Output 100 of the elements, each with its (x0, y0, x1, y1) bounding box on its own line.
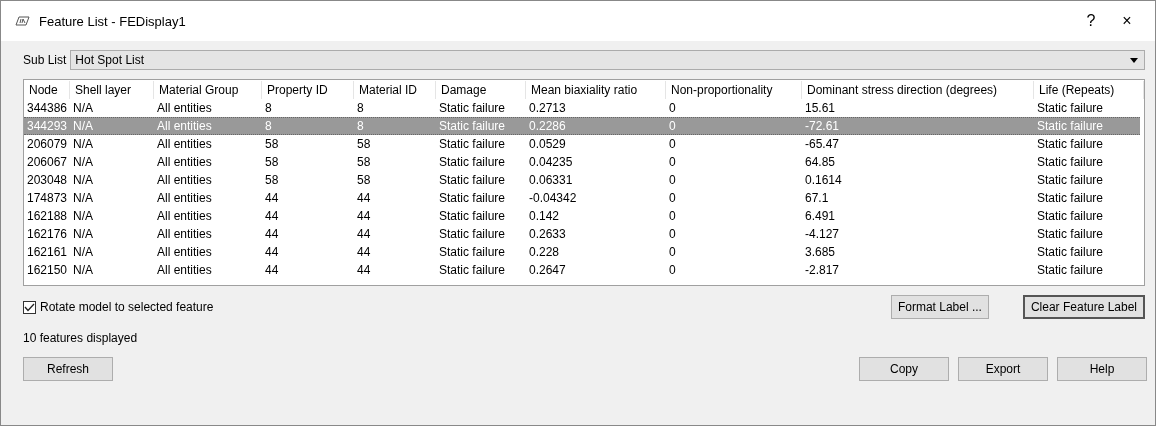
table-row[interactable]: 203048 N/A All entities 58 58 Static failure 0.06331 0 0.1614 Static failure (24, 171, 1144, 189)
table-cell-text: 206067 (26, 155, 69, 169)
column-header[interactable]: Shell layer (70, 80, 154, 99)
table-row[interactable]: 162161 N/A All entities 44 44 Static failure 0.228 0 3.685 Static failure (24, 243, 1144, 261)
table-cell-text: 0.06331 (528, 173, 574, 187)
table-cell-text: 44 (264, 263, 280, 277)
table-cell-text: 64.85 (804, 155, 837, 169)
table-cell-text: Static failure (438, 101, 507, 115)
table-cell-text: All entities (156, 263, 213, 277)
table-cell-text: 8 (264, 119, 273, 133)
table-row[interactable]: 162176 N/A All entities 44 44 Static failure 0.2633 0 -4.127 Static failure (24, 225, 1144, 243)
table-cell-text: 44 (356, 209, 372, 223)
table-cell-text: 0 (668, 101, 677, 115)
column-header[interactable]: Material ID (354, 80, 436, 99)
table-cell-text: 44 (356, 263, 372, 277)
column-header[interactable]: Material Group (154, 80, 262, 99)
clear-label-button[interactable]: Clear Feature Label (1022, 295, 1145, 319)
table-cell-text: 0.0529 (528, 137, 567, 151)
table-cell-text: 162176 (26, 227, 69, 241)
table-cell-text: -2.817 (804, 263, 841, 277)
checkbox-label[interactable]: Rotate model to selected feature (40, 300, 214, 314)
format-label-button[interactable]: Format Label ... (890, 295, 989, 319)
copy-button[interactable]: Copy (859, 357, 949, 381)
column-header[interactable]: Mean biaxiality ratio (526, 80, 666, 99)
table-cell-text: 344293 (26, 119, 69, 133)
column-header[interactable]: Life (Repeats) (1034, 80, 1144, 99)
table-cell-text: 44 (264, 245, 280, 259)
table-cell-text: 0.1614 (804, 173, 843, 187)
column-header[interactable]: Damage (436, 80, 526, 99)
table-cell-text: 206079 (26, 137, 69, 151)
table-cell-text: N/A (72, 173, 94, 187)
table-cell-text: All entities (156, 101, 213, 115)
table-cell-text: 0.142 (528, 209, 561, 223)
table-cell-text: 58 (264, 137, 280, 151)
table-cell-text: Static failure (438, 119, 507, 133)
table-cell-text: All entities (156, 173, 213, 187)
table-cell-text: 15.61 (804, 101, 837, 115)
table-cell-text: Static failure (438, 227, 507, 241)
table-cell-text: Static failure (1036, 227, 1105, 241)
table-cell-text: 8 (264, 101, 273, 115)
table-row[interactable]: 174873 N/A All entities 44 44 Static failure -0.04342 0 67.1 Static failure (24, 189, 1144, 207)
table-cell-text: All entities (156, 119, 213, 133)
checkbox[interactable] (23, 300, 36, 314)
table-cell-text: 44 (264, 227, 280, 241)
table-cell-text: N/A (72, 155, 94, 169)
table-cell-text: Static failure (1036, 191, 1105, 205)
table-cell-text: Static failure (1036, 119, 1105, 133)
table-cell-text: 8 (356, 119, 365, 133)
table-row[interactable]: 206079 N/A All entities 58 58 Static failure 0.0529 0 -65.47 Static failure (24, 135, 1144, 153)
table-cell-text: Static failure (1036, 263, 1105, 277)
table-cell-text: 0.2286 (528, 119, 567, 133)
table-cell-text: 0.2647 (528, 263, 567, 277)
table-cell-text: 58 (264, 173, 280, 187)
table-cell-text: 44 (356, 245, 372, 259)
column-header[interactable]: Non-proportionality (666, 80, 802, 99)
table-cell-text: 58 (356, 137, 372, 151)
refresh-button[interactable]: Refresh (23, 357, 113, 381)
table-cell-text: All entities (156, 209, 213, 223)
table-row[interactable]: 162150 N/A All entities 44 44 Static failure 0.2647 0 -2.817 Static failure (24, 261, 1144, 279)
table-row[interactable]: 206067 N/A All entities 58 58 Static failure 0.04235 0 64.85 Static failure (24, 153, 1144, 171)
table-row[interactable]: 162188 N/A All entities 44 44 Static failure 0.142 0 6.491 Static failure (24, 207, 1144, 225)
table-cell-text: 162161 (26, 245, 69, 259)
help-button[interactable]: ? (1077, 12, 1105, 30)
table-cell-text: Static failure (1036, 137, 1105, 151)
table-cell-text: N/A (72, 119, 94, 133)
table-cell-text: -72.61 (804, 119, 841, 133)
table-cell-text: 6.491 (804, 209, 837, 223)
table-cell-text: 0 (668, 173, 677, 187)
table-cell-text: Static failure (438, 209, 507, 223)
table-cell-text: N/A (72, 227, 94, 241)
table-cell-text: All entities (156, 191, 213, 205)
table-cell-text: 162150 (26, 263, 69, 277)
table-cell-text: 162188 (26, 209, 69, 223)
table-row[interactable]: 344386 N/A All entities 8 8 Static failure 0.2713 0 15.61 Static failure (24, 99, 1144, 117)
column-header[interactable]: Property ID (262, 80, 354, 99)
table-cell-text: 58 (356, 155, 372, 169)
status-text: 10 features displayed (23, 331, 138, 345)
table-cell-text: N/A (72, 191, 94, 205)
close-button[interactable]: × (1113, 12, 1141, 30)
table-cell-text: N/A (72, 209, 94, 223)
table-cell-text: -4.127 (804, 227, 841, 241)
table-cell-text: Static failure (438, 263, 507, 277)
table-cell-text: -65.47 (804, 137, 841, 151)
help-dialog-button[interactable]: Help (1057, 357, 1147, 381)
column-header[interactable]: Dominant stress direction (degrees) (802, 80, 1034, 99)
column-header[interactable]: Node (24, 80, 70, 99)
table-cell-text: 203048 (26, 173, 69, 187)
table-cell-text: Static failure (1036, 173, 1105, 187)
table-cell-text: All entities (156, 155, 213, 169)
table-cell-text: Static failure (438, 191, 507, 205)
table-cell-text: 174873 (26, 191, 69, 205)
table-cell-text: 0 (668, 191, 677, 205)
window-title: Feature List - FEDisplay1 (39, 13, 187, 29)
table-cell-text: Static failure (1036, 155, 1105, 169)
table-cell-text: 0 (668, 137, 677, 151)
export-button[interactable]: Export (958, 357, 1048, 381)
sub-list-dropdown[interactable]: Hot Spot List (70, 50, 1145, 70)
app-logo-icon (13, 15, 31, 27)
table-cell-text: N/A (72, 101, 94, 115)
table-cell-text: 0.2633 (528, 227, 567, 241)
